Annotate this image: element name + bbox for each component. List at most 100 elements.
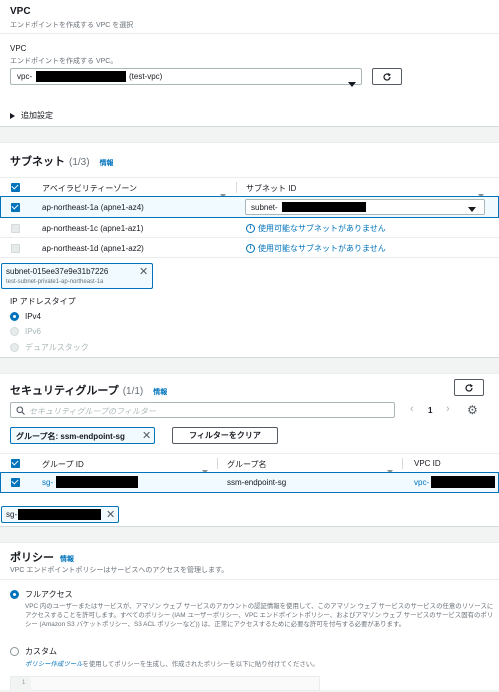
row-checkbox[interactable] xyxy=(11,478,20,487)
security-group-panel: セキュリティグループ (1/1) 情報 セキュリティグループのフィルター ‹ 1… xyxy=(0,373,499,527)
ip-option-ipv4[interactable]: IPv4 xyxy=(10,312,41,321)
sg-row-id-prefix[interactable]: sg- xyxy=(42,478,53,487)
ip-option-dualstack: デュアルスタック xyxy=(10,342,89,353)
redacted-sg-id xyxy=(56,476,138,488)
radio-full-access[interactable] xyxy=(10,590,19,599)
refresh-vpc-button[interactable] xyxy=(372,68,402,85)
subnet-select[interactable]: subnet- xyxy=(245,199,485,215)
redacted-vpc-id xyxy=(431,476,495,488)
close-icon[interactable]: ✕ xyxy=(142,429,151,442)
ip-option-label: IPv4 xyxy=(25,312,42,321)
redacted-sg-id xyxy=(18,509,101,520)
additional-settings-label: 追加設定 xyxy=(21,110,53,120)
sg-title: セキュリティグループ xyxy=(10,385,119,397)
subnet-header: サブネット (1/3) 情報 xyxy=(10,153,114,169)
no-subnet-text: 使用可能なサブネットがありません xyxy=(258,224,386,233)
col-separator xyxy=(402,458,403,469)
select-all-checkbox[interactable] xyxy=(11,459,20,468)
no-subnet-notice: i 使用可能なサブネットがありません xyxy=(246,243,386,254)
custom-label: カスタム xyxy=(25,647,57,656)
sg-info-link[interactable]: 情報 xyxy=(153,387,167,397)
chevron-down-icon xyxy=(348,74,356,92)
sg-filter-token-label: グループ名: ssm-endpoint-sg xyxy=(16,432,125,441)
gear-icon[interactable]: ⚙ xyxy=(467,403,478,417)
page-number[interactable]: 1 xyxy=(428,406,432,415)
redacted-vpc-id xyxy=(36,71,126,82)
ip-option-ipv6: IPv6 xyxy=(10,327,41,336)
policy-title: ポリシー xyxy=(10,552,54,564)
subnet-row[interactable]: ap-northeast-1c (apne1-az1) i 使用可能なサブネット… xyxy=(0,218,499,238)
subnet-row[interactable]: ap-northeast-1a (apne1-az4) subnet- xyxy=(0,196,499,218)
radio-disabled xyxy=(10,327,19,336)
subnet-row[interactable]: ap-northeast-1d (apne1-az2) i 使用可能なサブネット… xyxy=(0,238,499,258)
refresh-icon xyxy=(465,383,473,392)
row-checkbox xyxy=(11,224,20,233)
subnet-title: サブネット xyxy=(10,156,65,168)
vpc-select-suffix: (test-vpc) xyxy=(129,72,163,81)
policy-editor[interactable]: 1 xyxy=(10,676,320,692)
prev-page-icon[interactable]: ‹ xyxy=(410,403,414,415)
row-az: ap-northeast-1d (apne1-az2) xyxy=(42,244,144,253)
row-checkbox xyxy=(11,244,20,253)
sg-header: セキュリティグループ (1/1) 情報 xyxy=(10,382,167,398)
redacted-subnet-id xyxy=(282,202,366,212)
chevron-down-icon xyxy=(468,205,476,214)
next-page-icon[interactable]: › xyxy=(446,403,450,415)
row-checkbox[interactable] xyxy=(11,203,20,212)
refresh-sg-button[interactable] xyxy=(454,379,484,396)
radio-selected[interactable] xyxy=(10,312,19,321)
sg-table-header: グループ ID グループ名 VPC ID xyxy=(0,453,499,474)
info-icon: i xyxy=(246,224,255,233)
vpc-description: エンドポイントを作成する VPC を選択 xyxy=(10,22,134,29)
ip-option-label: デュアルスタック xyxy=(25,343,89,352)
vpc-select[interactable]: vpc- (test-vpc) xyxy=(10,68,362,87)
subnet-token-name: test-subnet-private1-ap-northeast-1a xyxy=(6,279,104,285)
sg-row[interactable]: sg- ssm-endpoint-sg vpc- xyxy=(0,472,499,493)
col-separator xyxy=(217,458,218,469)
subnet-token-id: subnet-015ee37e9e31b7226 xyxy=(6,267,109,276)
custom-description-text: を使用してポリシーを生成し、作成されたポリシーを以下に貼り付けてください。 xyxy=(82,661,319,668)
col-az: アベイラビリティーゾーン xyxy=(42,184,137,193)
radio-custom[interactable] xyxy=(10,647,19,656)
divider xyxy=(0,579,499,580)
refresh-icon xyxy=(383,72,391,81)
sg-filter-input[interactable]: セキュリティグループのフィルター xyxy=(10,402,395,418)
sg-token: sg- ✕ xyxy=(1,506,119,523)
sg-row-vpc-prefix[interactable]: vpc- xyxy=(414,478,429,487)
vpc-panel: VPC エンドポイントを作成する VPC を選択 VPC エンドポイントを作成す… xyxy=(0,0,499,127)
subnet-table-header: アベイラビリティーゾーン サブネット ID xyxy=(0,177,499,198)
vpc-title: VPC xyxy=(10,6,31,17)
close-icon[interactable]: ✕ xyxy=(139,265,148,278)
vpc-field-hint: エンドポイントを作成する VPC。 xyxy=(10,58,118,65)
caret-right-icon xyxy=(10,106,15,124)
subnet-info-link[interactable]: 情報 xyxy=(100,158,114,168)
policy-header: ポリシー 情報 xyxy=(10,549,74,565)
sg-row-name: ssm-endpoint-sg xyxy=(227,478,287,487)
sg-filter-placeholder: セキュリティグループのフィルター xyxy=(29,407,156,416)
policy-info-link[interactable]: 情報 xyxy=(60,554,74,564)
ip-option-label: IPv6 xyxy=(25,327,42,336)
policy-generator-link[interactable]: ポリシー作成ツール xyxy=(25,661,83,668)
additional-settings-toggle[interactable]: 追加設定 xyxy=(10,106,53,124)
col-subnet: サブネット ID xyxy=(246,184,297,193)
policy-description: VPC エンドポイントポリシーはサービスへのアクセスを管理します。 xyxy=(10,567,229,574)
sg-filter-token: グループ名: ssm-endpoint-sg ✕ xyxy=(10,427,155,444)
col-group-id: グループ ID xyxy=(42,460,84,469)
editor-line-number: 1 xyxy=(22,680,26,686)
col-separator xyxy=(236,182,237,193)
row-az: ap-northeast-1a (apne1-az4) xyxy=(42,203,144,212)
full-access-description: VPC 内のユーザーまたはサービスが、アマゾン ウェブ サービスのアカウントの認… xyxy=(25,603,494,629)
subnet-token: subnet-015ee37e9e31b7226 test-subnet-pri… xyxy=(1,263,153,289)
subnet-select-prefix: subnet- xyxy=(251,203,278,212)
radio-disabled xyxy=(10,343,19,352)
row-az: ap-northeast-1c (apne1-az1) xyxy=(42,224,144,233)
clear-filter-button[interactable]: フィルターをクリア xyxy=(172,427,278,444)
select-all-checkbox[interactable] xyxy=(11,183,20,192)
policy-panel: ポリシー 情報 VPC エンドポイントポリシーはサービスへのアクセスを管理します… xyxy=(0,542,499,692)
close-icon[interactable]: ✕ xyxy=(106,508,115,521)
no-subnet-notice: i 使用可能なサブネットがありません xyxy=(246,223,386,234)
full-access-label: フルアクセス xyxy=(25,590,73,599)
custom-description: ポリシー作成ツールを使用してポリシーを生成し、作成されたポリシーを以下に貼り付け… xyxy=(25,659,319,668)
col-group-name: グループ名 xyxy=(227,460,267,469)
subnet-count: (1/3) xyxy=(69,157,90,168)
